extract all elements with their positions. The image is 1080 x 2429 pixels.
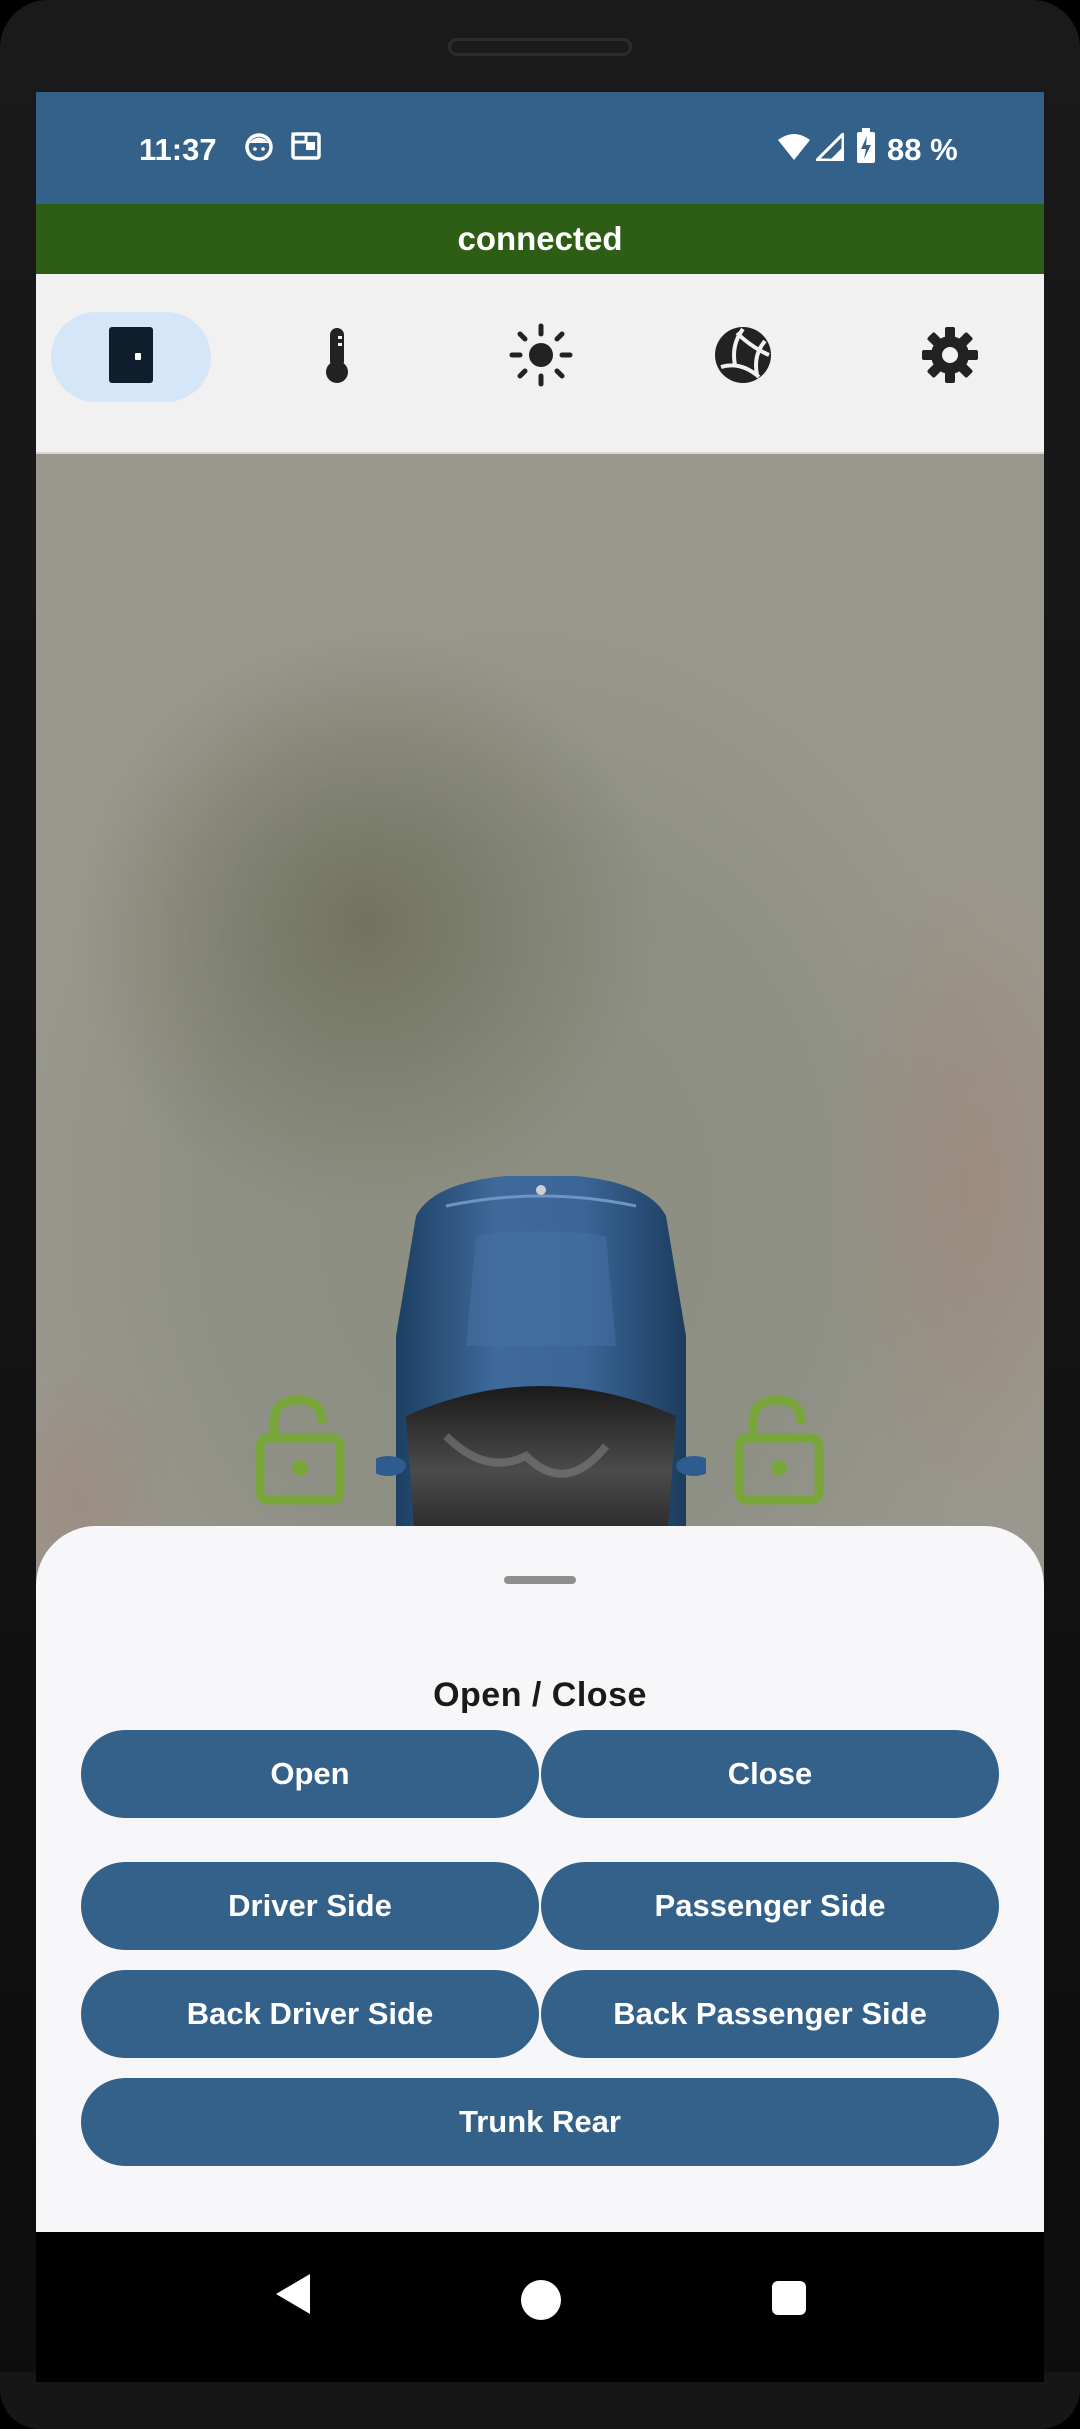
- cell-signal-icon: [813, 130, 845, 166]
- tab-wheels[interactable]: [663, 312, 823, 402]
- recent-apps-icon[interactable]: [772, 2281, 806, 2315]
- driver-side-button[interactable]: Driver Side: [81, 1862, 539, 1950]
- sun-icon: [509, 323, 573, 392]
- tab-climate[interactable]: [257, 312, 417, 402]
- car-view: [36, 454, 1044, 1624]
- home-icon[interactable]: [521, 2280, 561, 2320]
- tab-settings[interactable]: [870, 312, 1030, 402]
- status-bar: 11:37 88 %: [36, 92, 1044, 204]
- tab-lights[interactable]: [461, 312, 621, 402]
- tab-doors[interactable]: [51, 312, 211, 402]
- ball-icon: [713, 325, 773, 390]
- battery-percent: 88 %: [887, 132, 958, 167]
- back-driver-side-button[interactable]: Back Driver Side: [81, 1970, 539, 2058]
- phone-bezel: 11:37 88 % connected Open / Close Open C…: [0, 0, 1080, 2429]
- screen: 11:37 88 % connected Open / Close Open C…: [36, 92, 1044, 2382]
- face-icon: [244, 130, 274, 167]
- close-button[interactable]: Close: [541, 1730, 999, 1818]
- thermometer-icon: [321, 326, 353, 389]
- connection-status-banner: connected: [36, 204, 1044, 274]
- battery-charging-icon: [856, 128, 876, 169]
- sheet-drag-handle[interactable]: [504, 1576, 576, 1584]
- system-navigation-bar: [36, 2232, 1044, 2382]
- status-time: 11:37: [139, 132, 217, 167]
- speaker-grille: [448, 38, 632, 56]
- back-passenger-side-button[interactable]: Back Passenger Side: [541, 1970, 999, 2058]
- trunk-rear-button[interactable]: Trunk Rear: [81, 2078, 999, 2166]
- passenger-front-lock-icon[interactable]: [733, 1394, 825, 1506]
- passenger-side-button[interactable]: Passenger Side: [541, 1862, 999, 1950]
- sheet-title: Open / Close: [433, 1676, 647, 1714]
- feature-tab-bar: [36, 274, 1044, 454]
- gear-icon: [921, 326, 979, 389]
- back-icon[interactable]: [274, 2272, 312, 2316]
- door-icon: [107, 326, 155, 388]
- wallet-icon: [290, 130, 322, 167]
- driver-front-lock-icon[interactable]: [254, 1394, 346, 1506]
- wifi-icon: [777, 132, 811, 167]
- open-button[interactable]: Open: [81, 1730, 539, 1818]
